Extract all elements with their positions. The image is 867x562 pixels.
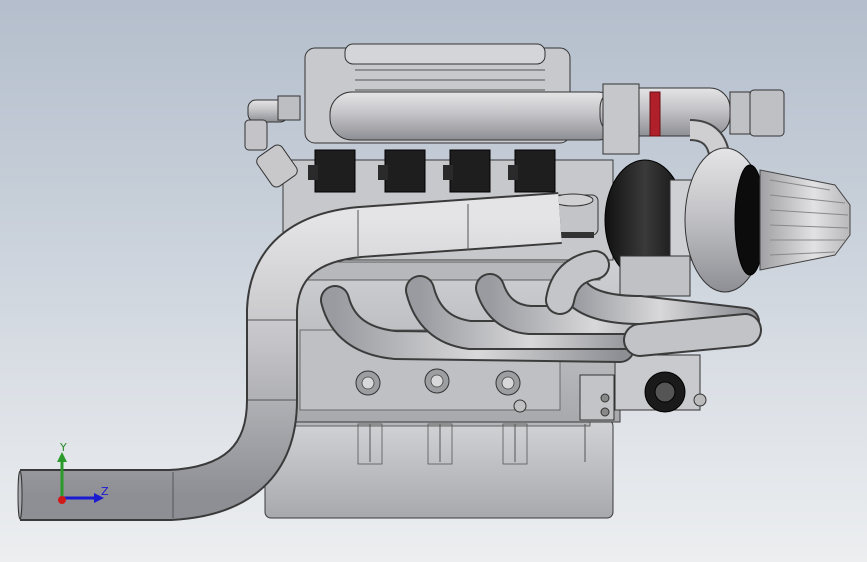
triad-axes-icon xyxy=(57,452,104,504)
coordinate-triad: Y Z xyxy=(40,440,130,520)
oil-pan[interactable] xyxy=(264,417,614,519)
fuel-fittings[interactable] xyxy=(244,95,301,189)
coil-pack-2 xyxy=(378,149,426,193)
graphics-viewport[interactable]: Y Z xyxy=(0,0,867,562)
x-axis-dot xyxy=(58,496,66,504)
y-axis-label: Y xyxy=(60,441,67,454)
coil-pack-3 xyxy=(443,149,491,193)
coil-pack-1 xyxy=(308,149,356,193)
pulley[interactable] xyxy=(614,354,707,413)
air-filter[interactable] xyxy=(759,169,851,271)
engine-model[interactable] xyxy=(0,0,867,562)
turbocharger[interactable] xyxy=(604,147,766,297)
intake-manifold[interactable] xyxy=(304,43,621,144)
coil-pack-4 xyxy=(508,149,556,193)
charge-pipe[interactable] xyxy=(599,83,785,166)
z-axis-label: Z xyxy=(101,485,109,498)
